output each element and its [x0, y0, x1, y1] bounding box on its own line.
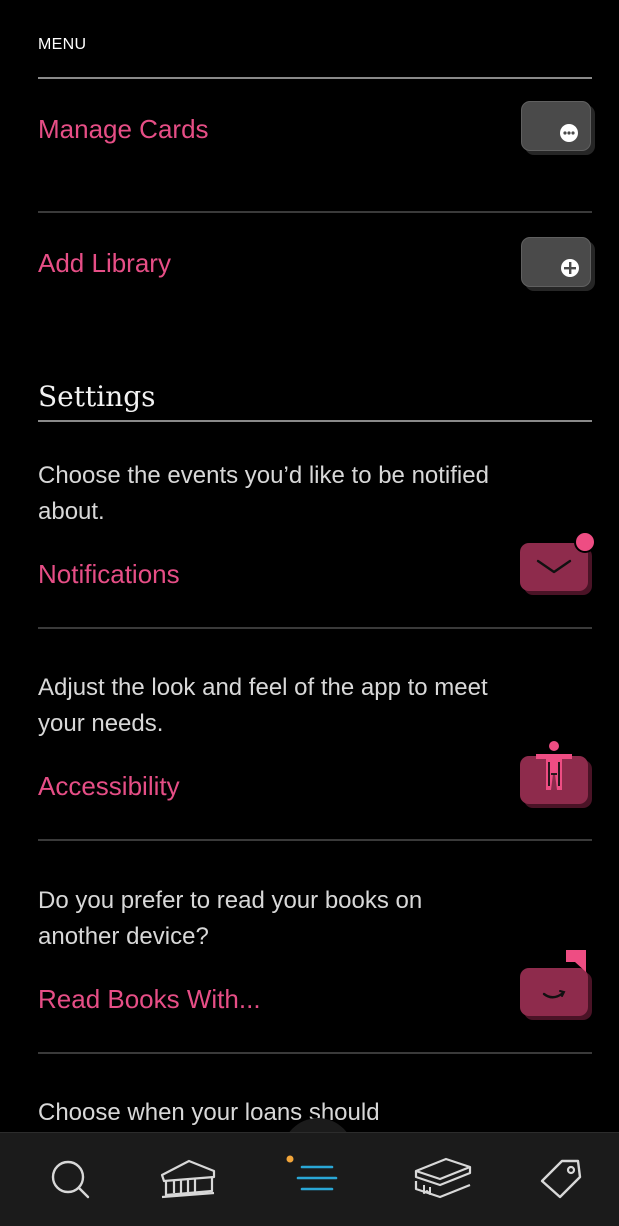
tab-library[interactable] [154, 1147, 224, 1217]
manage-cards-link[interactable]: Manage Cards [38, 114, 209, 145]
accessibility-button[interactable] [520, 741, 588, 804]
read-books-with-link[interactable]: Read Books With... [38, 984, 261, 1015]
add-library-link[interactable]: Add Library [38, 248, 171, 279]
tag-icon [540, 1159, 582, 1199]
divider [38, 77, 592, 79]
notifications-link[interactable]: Notifications [38, 559, 180, 590]
manage-cards-button[interactable] [521, 101, 591, 151]
add-library-button[interactable] [521, 237, 591, 287]
divider [38, 1052, 592, 1054]
divider [38, 420, 592, 422]
loans-description: Choose when your loans should [38, 1099, 380, 1126]
notifications-description: Choose the events you’d like to be notif… [38, 462, 489, 525]
accessibility-description: Adjust the look and feel of the app to m… [38, 674, 488, 737]
accessibility-link[interactable]: Accessibility [38, 771, 180, 802]
notification-dot-icon [574, 531, 596, 553]
divider [38, 839, 592, 841]
menu-label: MENU [38, 36, 87, 53]
tab-search[interactable] [36, 1147, 106, 1217]
tab-menu[interactable] [282, 1147, 352, 1217]
menu-lines-icon [286, 1155, 338, 1191]
search-icon [51, 1160, 90, 1199]
settings-heading: Settings [38, 380, 156, 413]
books-stack-icon [414, 1157, 472, 1199]
tab-tags[interactable] [530, 1147, 600, 1217]
bottom-tab-bar [0, 1132, 619, 1226]
plus-icon [561, 259, 579, 277]
divider [38, 627, 592, 629]
more-icon [560, 124, 578, 142]
accessibility-person-icon [536, 741, 572, 790]
tab-shelf[interactable] [408, 1147, 478, 1217]
bookmark-ribbon-icon [566, 950, 586, 972]
read-books-with-description: Do you prefer to read your books on anot… [38, 887, 423, 950]
library-building-icon [160, 1159, 216, 1199]
divider [38, 211, 592, 213]
